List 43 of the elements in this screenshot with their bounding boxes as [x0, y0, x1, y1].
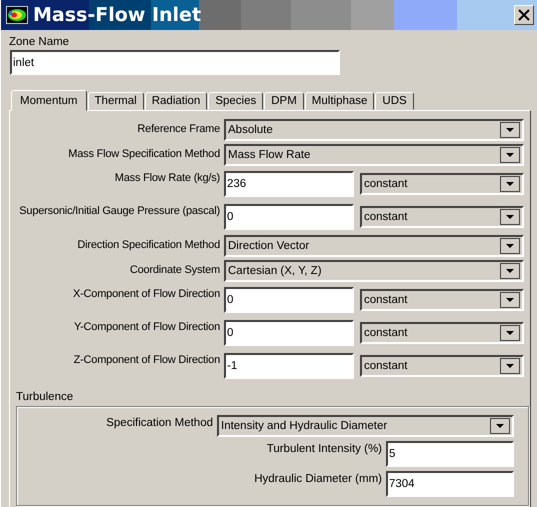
field-label: Reference Frame: [136, 122, 220, 137]
dropdown[interactable]: Direction Vector: [224, 235, 524, 257]
tab[interactable]: Multiphase: [304, 92, 374, 110]
field-label: Specification Method: [106, 416, 213, 431]
zone-name-field[interactable]: inlet: [10, 50, 340, 75]
group-title: Turbulence: [16, 391, 74, 404]
tab[interactable]: UDS: [375, 92, 414, 110]
tab[interactable]: Momentum: [11, 90, 87, 111]
tab[interactable]: Radiation: [144, 92, 208, 110]
value-field[interactable]: 236: [224, 171, 354, 197]
field-label: Supersonic/Initial Gauge Pressure (pascal): [18, 204, 220, 219]
tab[interactable]: DPM: [264, 92, 304, 110]
dropdown[interactable]: constant: [360, 355, 524, 377]
close-button[interactable]: [514, 5, 534, 25]
app-icon: [6, 6, 28, 24]
tab[interactable]: Thermal: [88, 92, 144, 110]
field-label: Coordinate System: [128, 263, 220, 278]
field-label: Mass Flow Specification Method: [67, 147, 220, 162]
value-field[interactable]: 7304: [386, 471, 514, 497]
dropdown[interactable]: Intensity and Hydraulic Diameter: [217, 415, 514, 437]
dropdown[interactable]: constant: [360, 289, 524, 311]
field-label: Hydraulic Diameter (mm): [254, 472, 382, 487]
window-title: Mass-Flow Inlet: [33, 4, 202, 26]
dropdown[interactable]: constant: [360, 322, 524, 344]
value-field[interactable]: 0: [224, 204, 354, 230]
field-label: Z-Component of Flow Direction: [72, 353, 220, 368]
dropdown[interactable]: Cartesian (X, Y, Z): [224, 260, 524, 282]
value-field[interactable]: 0: [224, 320, 354, 346]
field-label: Mass Flow Rate (kg/s): [114, 171, 220, 186]
dropdown[interactable]: constant: [360, 206, 524, 228]
field-label: Turbulent Intensity (%): [266, 442, 382, 457]
value-field[interactable]: 5: [386, 441, 514, 467]
dropdown[interactable]: Absolute: [224, 119, 524, 141]
value-field[interactable]: 0: [224, 287, 354, 313]
close-icon: [518, 9, 530, 21]
dropdown[interactable]: constant: [360, 173, 524, 195]
value-field[interactable]: -1: [224, 353, 354, 379]
tab[interactable]: Species: [208, 92, 264, 110]
field-label: Zone Name: [9, 36, 70, 49]
dropdown[interactable]: Mass Flow Rate: [224, 144, 524, 166]
field-label: X-Component of Flow Direction: [72, 287, 220, 302]
field-label: Y-Component of Flow Direction: [72, 320, 220, 335]
field-label: Direction Specification Method: [76, 238, 220, 253]
